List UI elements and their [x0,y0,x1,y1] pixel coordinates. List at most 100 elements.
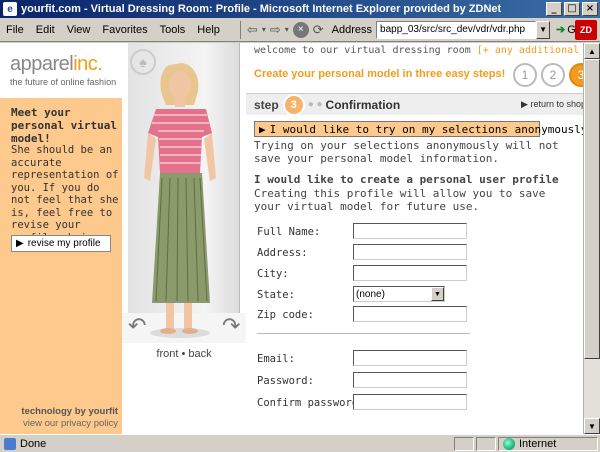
vertical-scrollbar[interactable]: ▲ ▼ [583,43,600,434]
revise-label: revise my profile [27,238,101,249]
go-arrow-icon: ➔ [556,24,566,36]
refresh-icon[interactable]: ⟳ [313,22,324,38]
dressing-room: ♠ ↶ ↷ front • back [122,43,246,434]
status-cell [476,436,496,451]
dropdown-arrow-icon[interactable]: ▾ [285,25,289,34]
window-title: yourfit.com - Virtual Dressing Room: Pro… [21,3,502,15]
welcome-text: welcome to our virtual dressing room [+ … [254,45,583,56]
email-input[interactable] [353,350,467,366]
logo-main-text: apparel [10,53,74,75]
rotate-left-icon[interactable]: ↶ [128,313,146,339]
play-arrow-icon: ▶ [16,238,24,249]
menu-favorites[interactable]: Favorites [96,24,153,36]
zip-label: Zip code: [257,309,314,321]
zone-indicator: Internet [498,436,598,451]
tagline: the future of online fashion [10,77,117,87]
menu-tools[interactable]: Tools [154,24,192,36]
left-sidebar: apparelinc. the future of online fashion… [0,43,122,434]
step-dots: ● ● [307,99,323,110]
maximize-icon[interactable]: □ [564,2,580,16]
step-number: 3 [282,93,305,116]
address-label: Address [331,23,373,36]
city-label: City: [257,268,289,280]
status-bar: Done Internet [0,434,600,452]
window-titlebar: e yourfit.com - Virtual Dressing Room: P… [0,0,600,18]
form-divider [257,333,470,334]
full-name-input[interactable] [353,223,467,239]
info-panel: Meet your personal virtual model! She sh… [0,98,122,434]
window-controls: _ □ × [546,2,598,16]
minimize-icon[interactable]: _ [546,2,562,16]
state-label: State: [257,289,295,301]
status-text: Done [20,437,47,450]
step-3-circle[interactable]: 3 [569,63,583,87]
confirm-password-input[interactable] [353,394,467,410]
status-left: Done [0,437,454,450]
try-anonymously-button[interactable]: ▶ I would like to try on my selections a… [254,121,583,137]
address-input[interactable]: bapp_03/src/src_dev/vdr/vdr.php [376,20,537,39]
page-icon [4,437,16,450]
scroll-down-icon[interactable]: ▼ [584,418,600,434]
step-label: Confirmation [325,97,401,112]
anon-label: I would like to try on my selections ano… [269,122,583,136]
full-name-label: Full Name: [257,226,321,238]
logo[interactable]: apparelinc. [10,53,103,76]
zone-text: Internet [519,437,557,450]
state-select[interactable]: (none) ▼ [353,286,445,302]
step-indicator: 1 2 3 [513,63,583,87]
menu-help[interactable]: Help [191,24,226,36]
address-dropdown-icon[interactable]: ▼ [536,20,551,39]
address-input[interactable] [353,244,467,260]
menu-view[interactable]: View [61,24,97,36]
anon-description: Trying on your selections anonymously wi… [254,139,559,165]
globe-icon [503,437,515,450]
panel-body: She should be an accurate representation… [11,144,119,244]
scroll-up-icon[interactable]: ▲ [584,43,600,59]
confirm-password-label: Confirm password: [257,397,365,409]
play-arrow-icon: ▶ [259,122,266,136]
welcome-label: welcome to our virtual dressing room [254,45,471,56]
password-input[interactable] [353,372,467,388]
create-profile-description: Creating this profile will allow you to … [254,187,546,213]
return-to-shopping-link[interactable]: ▶ return to shopp [521,99,583,110]
select-arrow-icon: ▼ [431,287,444,301]
scroll-thumb[interactable] [584,59,600,359]
steps-title: Create your personal model in three easy… [254,68,506,80]
privacy-link[interactable]: view our privacy policy [8,418,118,429]
zdnet-logo: ZD [575,20,597,40]
email-label: Email: [257,353,295,365]
menu-edit[interactable]: Edit [30,24,61,36]
logo-accent-text: inc. [73,53,103,75]
password-label: Password: [257,375,314,387]
step-1-circle[interactable]: 1 [513,63,537,87]
forward-arrow-icon[interactable]: ⇨ [270,22,281,38]
create-profile-heading: I would like to create a personal user p… [254,173,559,186]
technology-credit: technology by yourfit [21,406,118,417]
panel-heading: Meet your personal virtual model! [11,106,117,145]
main-panel: welcome to our virtual dressing room [+ … [246,43,583,434]
page-content: apparelinc. the future of online fashion… [0,43,583,434]
play-arrow-icon: ▶ [521,99,528,109]
nav-buttons: ⇦ ▾ ⇨ ▾ × ⟳ [239,20,324,39]
rotate-right-icon[interactable]: ↷ [222,313,240,339]
branding-label: [+ any additional branding elements] [476,45,583,56]
city-input[interactable] [353,265,467,281]
step-2-circle[interactable]: 2 [541,63,565,87]
browser-toolbar: File Edit View Favorites Tools Help ⇦ ▾ … [0,18,600,42]
close-icon[interactable]: × [582,2,598,16]
dropdown-arrow-icon[interactable]: ▾ [262,25,266,34]
virtual-model [144,63,216,338]
step-header: step 3 ● ● Confirmation ▶ return to shop… [246,93,583,116]
front-back-toggle[interactable]: front • back [122,348,246,360]
menu-file[interactable]: File [0,24,30,36]
stop-icon[interactable]: × [292,21,309,38]
zip-input[interactable] [353,306,467,322]
ie-icon: e [3,2,17,16]
step-word: step [254,97,279,112]
state-value: (none) [356,288,385,300]
back-arrow-icon[interactable]: ⇦ [247,22,258,38]
address-label: Address: [257,247,308,259]
status-cell [454,436,474,451]
return-label: return to shopp [530,99,583,109]
revise-profile-button[interactable]: ▶ revise my profile [11,235,111,252]
